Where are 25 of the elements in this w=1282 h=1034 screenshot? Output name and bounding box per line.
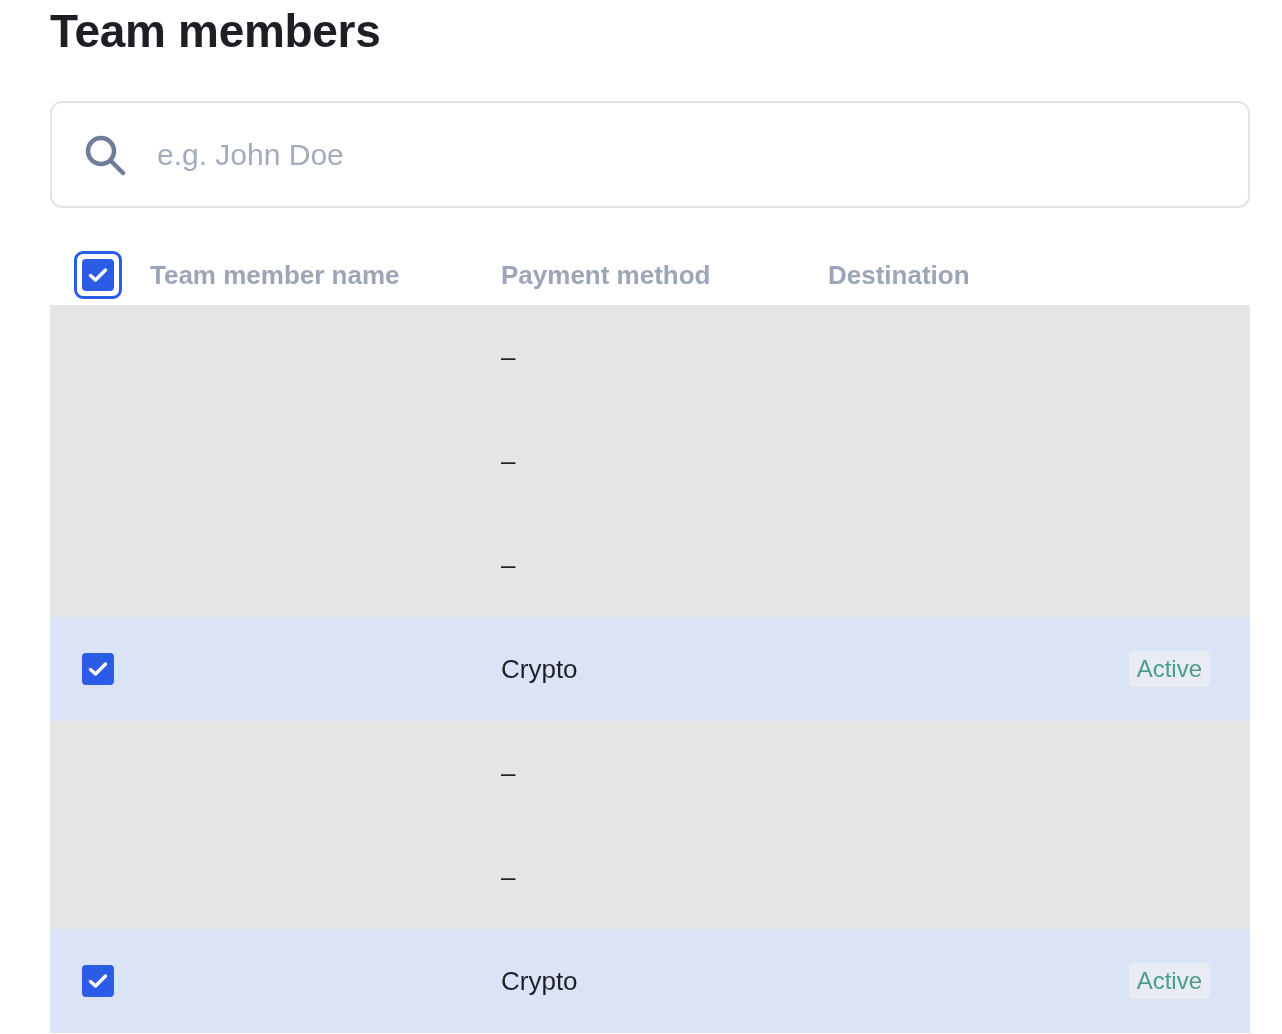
payment-method-text: Crypto: [501, 653, 578, 684]
page-title: Team members: [50, 4, 381, 59]
check-icon: [88, 973, 108, 989]
row-checkbox[interactable]: [82, 653, 114, 685]
table-row[interactable]: –: [50, 409, 1250, 513]
payment-method-text: –: [501, 549, 516, 580]
table-row[interactable]: –: [50, 721, 1250, 825]
table-row[interactable]: –: [50, 825, 1250, 929]
select-all-checkbox[interactable]: [74, 251, 122, 299]
search-icon: [84, 134, 126, 176]
payment-method-text: –: [501, 861, 516, 892]
check-icon: [88, 661, 108, 677]
search-field[interactable]: e.g. John Doe: [50, 101, 1250, 208]
payment-method-text: –: [501, 757, 516, 788]
status-badge: Active: [1128, 651, 1210, 687]
table-row[interactable]: Crypto Active: [50, 617, 1250, 721]
row-checkbox[interactable]: [82, 965, 114, 997]
table-row[interactable]: –: [50, 305, 1250, 409]
check-icon: [88, 267, 108, 283]
table-row[interactable]: –: [50, 513, 1250, 617]
table-row[interactable]: Crypto Active: [50, 929, 1250, 1033]
payment-method-text: Crypto: [501, 965, 578, 996]
status-badge: Active: [1128, 963, 1210, 999]
payment-method-text: –: [501, 445, 516, 476]
payment-method-text: –: [501, 341, 516, 372]
